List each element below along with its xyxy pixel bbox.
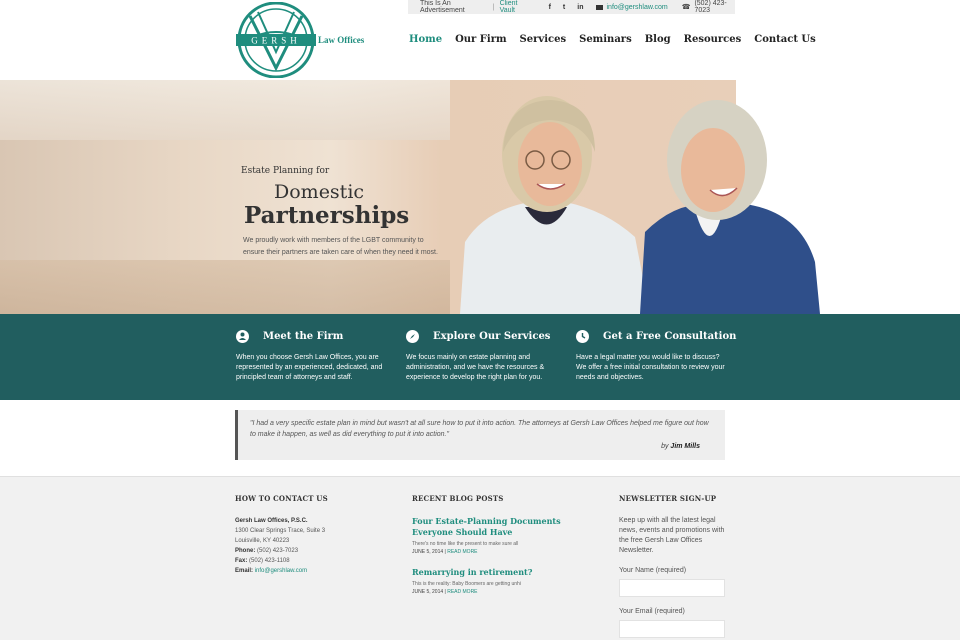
blog-post: Four Estate-Planning Documents Everyone …	[412, 516, 597, 555]
blog-post-date: JUNE 5, 2014	[412, 549, 444, 555]
email-input[interactable]	[619, 620, 725, 638]
hero-title-line2: Partnerships	[244, 202, 410, 229]
name-label: Your Name (required)	[619, 567, 687, 574]
feature-title: Explore Our Services	[433, 331, 551, 342]
footer: HOW TO CONTACT US Gersh Law Offices, P.S…	[0, 476, 960, 640]
phone-icon: ☎	[681, 4, 691, 11]
feature-text: We focus mainly on estate planning and a…	[406, 354, 545, 381]
client-vault-link[interactable]: Client Vault	[500, 0, 531, 14]
facebook-icon[interactable]: f	[549, 4, 551, 11]
advertisement-notice: This Is An Advertisement	[420, 0, 465, 14]
blog-post-title[interactable]: Remarrying in retirement?	[412, 567, 597, 578]
footer-phone[interactable]: (502) 423-7023	[257, 548, 298, 554]
meta-separator: |	[444, 549, 446, 555]
blog-heading: RECENT BLOG POSTS	[412, 494, 504, 503]
testimonial-quote: "I had a very specific estate plan in mi…	[250, 420, 709, 438]
utility-bar: This Is An Advertisement | Client Vault …	[408, 0, 735, 14]
footer-fax: (502) 423-1108	[249, 558, 290, 564]
contact-heading: HOW TO CONTACT US	[235, 494, 328, 503]
email-label: Email:	[235, 568, 254, 574]
blog-post-excerpt: This is the reality: Baby Boomers are ge…	[412, 581, 521, 587]
blog-column: RECENT BLOG POSTS Four Estate-Planning D…	[412, 494, 597, 595]
compass-icon	[406, 330, 419, 343]
byline-prefix: by	[661, 443, 669, 450]
phone-label: Phone:	[235, 548, 256, 554]
read-more-link[interactable]: READ MORE	[447, 549, 477, 555]
footer-email-link[interactable]: info@gershlaw.com	[255, 568, 307, 574]
kitchen-counter	[0, 260, 450, 314]
blog-post-meta: JUNE 5, 2014 | READ MORE	[412, 589, 597, 595]
clock-icon	[576, 330, 589, 343]
nav-home[interactable]: Home	[409, 34, 442, 45]
firm-name: Gersh Law Offices, P.S.C.	[235, 518, 308, 524]
newsletter-heading: NEWSLETTER SIGN-UP	[619, 494, 717, 503]
feature-text: When you choose Gersh Law Offices, you a…	[236, 354, 383, 381]
logo-tagline: Law Offices	[318, 35, 365, 45]
person-icon	[236, 330, 249, 343]
read-more-link[interactable]: READ MORE	[447, 589, 477, 595]
feature-title: Get a Free Consultation	[603, 331, 737, 342]
newsletter-column: NEWSLETTER SIGN-UP Keep up with all the …	[619, 494, 729, 638]
separator: |	[492, 3, 495, 11]
nav-our-firm[interactable]: Our Firm	[455, 34, 506, 45]
testimonial-byline: by Jim Mills	[661, 441, 700, 452]
name-input[interactable]	[619, 579, 725, 597]
nav-contact-us[interactable]: Contact Us	[754, 34, 816, 45]
address-line1: 1300 Clear Springs Trace, Suite 3	[235, 528, 326, 534]
blog-post-meta: JUNE 5, 2014 | READ MORE	[412, 549, 597, 555]
nav-services[interactable]: Services	[520, 34, 567, 45]
blog-post-title[interactable]: Four Estate-Planning Documents Everyone …	[412, 516, 597, 538]
nav-seminars[interactable]: Seminars	[579, 34, 632, 45]
hero-title-line1: Domestic	[274, 181, 365, 203]
testimonial-author: Jim Mills	[670, 443, 700, 450]
contact-column: HOW TO CONTACT US Gersh Law Offices, P.S…	[235, 494, 365, 576]
blog-post-date: JUNE 5, 2014	[412, 589, 444, 595]
testimonial: "I had a very specific estate plan in mi…	[235, 410, 725, 460]
email-link[interactable]: info@gershlaw.com	[595, 3, 668, 11]
hero-banner: Estate Planning for Domestic Partnership…	[0, 80, 960, 314]
kitchen-shelf	[0, 80, 450, 140]
email-text: info@gershlaw.com	[606, 3, 668, 11]
phone-number[interactable]: ☎ (502) 423-7023	[682, 0, 735, 14]
phone-text: (502) 423-7023	[694, 0, 727, 14]
meta-separator: |	[444, 589, 446, 595]
linkedin-icon[interactable]: in	[577, 4, 583, 11]
newsletter-text: Keep up with all the latest legal news, …	[619, 517, 725, 554]
fax-label: Fax:	[235, 558, 248, 564]
nav-blog[interactable]: Blog	[645, 34, 671, 45]
blog-post: Remarrying in retirement? This is the re…	[412, 567, 597, 595]
address-line2: Louisville, KY 40223	[235, 538, 290, 544]
hero-kicker: Estate Planning for	[241, 166, 330, 176]
blog-post-excerpt: There's no time like the present to make…	[412, 541, 519, 547]
feature-title: Meet the Firm	[263, 331, 344, 342]
logo-name: GERSH	[251, 36, 301, 46]
contact-details: Gersh Law Offices, P.S.C. 1300 Clear Spr…	[235, 516, 365, 576]
twitter-icon[interactable]: t	[563, 4, 565, 11]
nav-resources[interactable]: Resources	[684, 34, 742, 45]
email-field-label: Your Email (required)	[619, 608, 685, 615]
feature-band: Meet the Firm When you choose Gersh Law …	[0, 314, 960, 400]
hero-description: We proudly work with members of the LGBT…	[243, 237, 438, 256]
couple-photo	[460, 96, 820, 314]
envelope-icon	[595, 4, 603, 10]
feature-text: Have a legal matter you would like to di…	[576, 354, 725, 381]
main-nav: Home Our Firm Services Seminars Blog Res…	[409, 34, 816, 45]
